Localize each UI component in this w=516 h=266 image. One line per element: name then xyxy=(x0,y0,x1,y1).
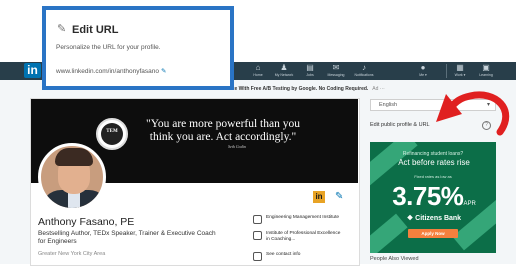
ad-line3: Fixed rates as low as xyxy=(414,174,452,179)
banner-quote: "You are more powerful than you think yo… xyxy=(138,118,308,144)
profile-location: Greater New York City Area xyxy=(38,251,106,257)
affiliation-education[interactable]: Institute of Professional Excellence in … xyxy=(253,231,344,242)
banner-quote-line2: think you are. Act accordingly." xyxy=(149,131,297,143)
learning-icon: ▣ xyxy=(482,63,490,72)
nav-divider xyxy=(446,64,447,78)
profile-headline: Bestselling Author, TEDx Speaker, Traine… xyxy=(38,230,216,245)
red-arrow-annotation xyxy=(436,91,510,136)
banner-quote-author: Seth Godin xyxy=(228,144,246,149)
nav-my-network[interactable]: ♟ My Network xyxy=(272,64,296,80)
pencil-icon: ✎ xyxy=(57,23,67,35)
nav-me[interactable]: ● Me ▾ xyxy=(411,64,435,80)
school-icon xyxy=(253,231,262,240)
ad-rate: 3.75%APR xyxy=(392,181,476,211)
ad-line2: Act before rates rise xyxy=(398,158,470,167)
jobs-icon: ▤ xyxy=(306,63,314,72)
grid-icon: ▦ xyxy=(456,63,464,72)
nav-learning[interactable]: ▣ Learning xyxy=(474,64,498,80)
affiliation-company[interactable]: Engineering Management Institute xyxy=(253,215,344,226)
nav-home[interactable]: ⌂ Home xyxy=(246,64,270,80)
edit-profile-pencil-icon[interactable]: ✎ xyxy=(335,191,343,203)
nav-notifications[interactable]: ♪ Notifications xyxy=(352,64,376,80)
seal-logo-text: TEM xyxy=(106,129,118,134)
ad-line1: Refinancing student loans? xyxy=(402,151,464,157)
nav-work[interactable]: ▦ Work ▾ xyxy=(448,64,472,80)
network-icon: ♟ xyxy=(280,63,288,72)
edit-public-profile-link[interactable]: Edit public profile & URL xyxy=(370,122,430,128)
callout-subtitle: Personalize the URL for your profile. xyxy=(56,44,161,51)
bell-icon: ♪ xyxy=(362,63,366,72)
bank-logo-icon: ❖ xyxy=(406,215,414,222)
contact-icon xyxy=(253,252,262,261)
see-contact-info-link[interactable]: See contact info xyxy=(253,252,344,261)
people-also-viewed-heading: People Also Viewed xyxy=(370,256,419,262)
ad-apply-button[interactable]: Apply Now xyxy=(408,229,458,238)
top-ad-line[interactable]: ate With Free A/B Testing by Google. No … xyxy=(230,86,385,92)
profile-name: Anthony Fasano, PE xyxy=(38,216,135,228)
callout-title: Edit URL xyxy=(72,24,119,36)
company-icon xyxy=(253,215,262,224)
messaging-icon: ✉ xyxy=(332,63,340,72)
avatar-icon: ● xyxy=(420,63,426,72)
nav-messaging[interactable]: ✉ Messaging xyxy=(324,64,348,80)
home-icon: ⌂ xyxy=(255,63,261,72)
nav-jobs[interactable]: ▤ Jobs xyxy=(298,64,322,80)
banner-quote-line1: "You are more powerful than you xyxy=(146,118,300,130)
callout-url[interactable]: www.linkedin.com/in/anthonyfasano ✎ xyxy=(56,67,166,75)
seal-logo-inner xyxy=(101,123,123,145)
linkedin-badge-icon[interactable]: in xyxy=(313,191,325,203)
ad-bank-name: ❖ Citizens Bank xyxy=(406,215,462,222)
profile-photo[interactable] xyxy=(38,143,106,211)
linkedin-logo[interactable]: in xyxy=(24,63,41,78)
edit-url-pencil-icon[interactable]: ✎ xyxy=(161,68,166,75)
